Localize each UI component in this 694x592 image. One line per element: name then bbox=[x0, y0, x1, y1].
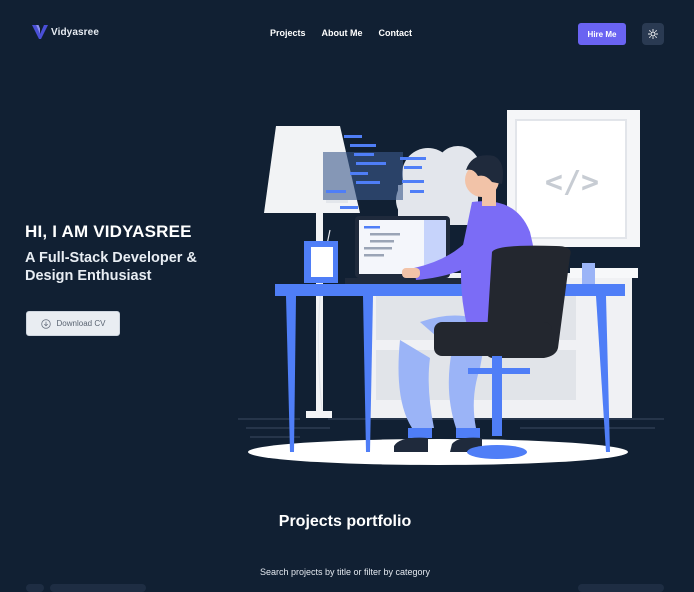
brand-name: Vidyasree bbox=[51, 26, 99, 38]
nav-link-projects[interactable]: Projects bbox=[270, 28, 306, 38]
brand-logo[interactable]: Vidyasree bbox=[32, 25, 99, 39]
download-cv-button[interactable]: Download CV bbox=[26, 311, 120, 336]
download-icon bbox=[40, 318, 51, 329]
portfolio-subtitle: Search projects by title or filter by ca… bbox=[259, 567, 431, 577]
code-symbol-icon: </> bbox=[545, 165, 599, 200]
developer-illustration: </> bbox=[238, 110, 664, 465]
theme-toggle-button[interactable] bbox=[642, 23, 664, 45]
logo-v-icon bbox=[32, 25, 48, 39]
desk-cup bbox=[582, 263, 595, 284]
category-select[interactable] bbox=[578, 584, 664, 592]
filter-control-left[interactable] bbox=[26, 584, 44, 592]
desk-photo-frame bbox=[304, 241, 338, 283]
hero-role: A Full-Stack Developer & Design Enthusia… bbox=[25, 250, 197, 284]
top-navbar: Vidyasree Projects About Me Contact Hire… bbox=[0, 0, 694, 70]
floor-shadow bbox=[248, 439, 628, 465]
hire-me-button[interactable]: Hire Me bbox=[578, 23, 626, 45]
floor-lines bbox=[238, 418, 664, 438]
download-cv-label: Download CV bbox=[56, 319, 106, 328]
portfolio-title: Projects portfolio bbox=[278, 513, 412, 530]
hero-greeting: HI, I AM VIDYASREE bbox=[25, 222, 192, 241]
nav-link-contact[interactable]: Contact bbox=[379, 28, 413, 38]
search-input[interactable] bbox=[50, 584, 146, 592]
nav-links: Projects About Me Contact bbox=[270, 28, 412, 38]
sun-icon bbox=[648, 29, 658, 39]
nav-link-about[interactable]: About Me bbox=[322, 28, 363, 38]
